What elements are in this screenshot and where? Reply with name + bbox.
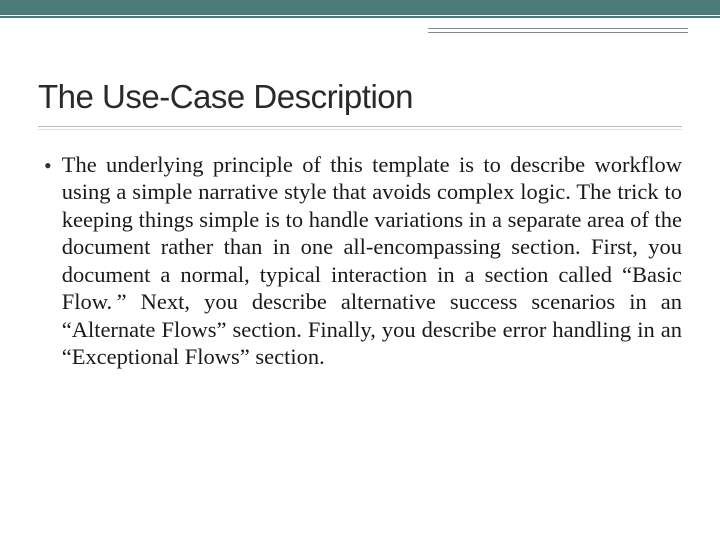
bullet-item: • The underlying principle of this templ… bbox=[38, 151, 682, 371]
slide-top-bar bbox=[0, 0, 720, 18]
top-bar-inner-line bbox=[0, 15, 720, 16]
accent-line-lower bbox=[428, 32, 688, 33]
accent-line-upper bbox=[428, 28, 688, 29]
accent-lines bbox=[428, 28, 688, 33]
bullet-marker: • bbox=[44, 153, 52, 179]
slide-content: The Use-Case Description • The underlyin… bbox=[0, 18, 720, 371]
title-underline-shadow bbox=[38, 129, 682, 130]
body-paragraph: The underlying principle of this templat… bbox=[62, 151, 682, 371]
slide-title: The Use-Case Description bbox=[38, 78, 682, 127]
